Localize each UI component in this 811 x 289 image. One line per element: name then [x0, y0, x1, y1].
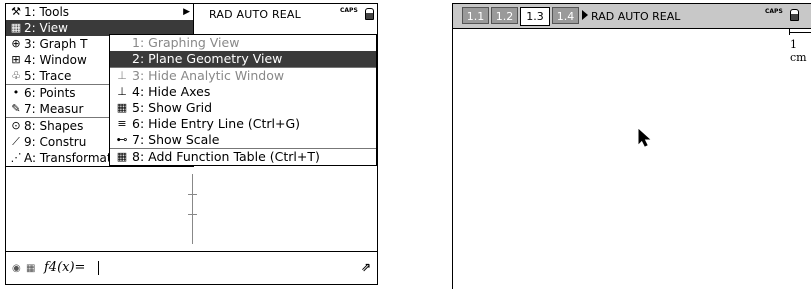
scale-bar: [789, 32, 811, 33]
submenu-show-grid[interactable]: ▦ 5: Show Grid: [110, 100, 376, 116]
points-icon: •: [12, 86, 20, 99]
right-calculator-screen: 1.1 1.2 1.3 1.4 RAD AUTO REAL CAPS 1 cm: [452, 3, 811, 289]
construct-icon: ⟋: [12, 135, 20, 148]
entry-line-icon: ≡: [117, 117, 127, 130]
battery-icon: [365, 8, 374, 20]
y-axis: [192, 174, 193, 244]
transformation-icon: ⋰: [10, 151, 22, 164]
submenu-show-scale[interactable]: ⊷ 7: Show Scale: [110, 132, 376, 148]
show-grid-icon: ▦: [116, 101, 128, 114]
tab-1-3[interactable]: 1.3: [520, 7, 550, 26]
submenu-hide-axes[interactable]: ⊥ 4: Hide Axes: [110, 84, 376, 100]
function-list-icon[interactable]: ▦: [26, 263, 35, 274]
submenu-graphing-view[interactable]: 1: Graphing View: [110, 35, 376, 51]
status-mode-text: RAD AUTO REAL: [209, 8, 301, 21]
grid-view-icon: ▦: [10, 21, 22, 34]
function-table-icon: ▦: [116, 150, 128, 163]
caps-indicator: CAPS: [765, 8, 783, 15]
menu-item-tools[interactable]: ⚒ 1: Tools ▶: [6, 4, 193, 20]
entry-line[interactable]: ◉ ▦ f4(x)= ⇗: [6, 251, 377, 284]
submenu-add-function-table[interactable]: ▦ 8: Add Function Table (Ctrl+T): [110, 148, 376, 165]
axis-tick: [188, 214, 197, 215]
scale-icon: ⊷: [116, 133, 128, 146]
menu-item-transformation[interactable]: ⋰ A: Transformation ▶: [6, 150, 195, 166]
tab-scroll-arrow-icon[interactable]: [582, 10, 588, 20]
scale-label: 1 cm: [790, 38, 807, 64]
caps-indicator: CAPS: [340, 7, 358, 14]
submenu-hide-entry-line[interactable]: ≡ 6: Hide Entry Line (Ctrl+G): [110, 116, 376, 132]
submenu-arrow-icon: ▶: [183, 7, 190, 17]
pointer-arrow-icon: [638, 129, 651, 147]
left-calculator-screen: RAD AUTO REAL CAPS ◉ ▦ f4(x)= ⇗ ⚒ 1: Too…: [5, 3, 378, 285]
text-cursor: [98, 261, 99, 275]
tab-bar: 1.1 1.2 1.3 1.4 RAD AUTO REAL CAPS: [453, 4, 811, 29]
submenu-hide-analytic-window[interactable]: ⊥ 3: Hide Analytic Window: [110, 67, 376, 84]
tab-1-2[interactable]: 1.2: [491, 7, 518, 24]
window-zoom-icon: ⊞: [11, 53, 21, 66]
eye-icon[interactable]: ◉: [12, 263, 21, 274]
graph-type-icon: ⊕: [11, 37, 21, 50]
view-submenu: 1: Graphing View 2: Plane Geometry View …: [109, 34, 377, 166]
submenu-plane-geometry-view[interactable]: 2: Plane Geometry View: [110, 51, 376, 67]
battery-icon: [790, 9, 799, 21]
trace-icon: ♧: [11, 69, 21, 82]
wrench-icon: ⚒: [11, 5, 21, 18]
tab-1-1[interactable]: 1.1: [462, 7, 489, 24]
expand-entry-icon[interactable]: ⇗: [361, 260, 371, 274]
hide-axes-icon: ⊥: [117, 85, 127, 98]
shapes-icon: ⊙: [11, 119, 21, 132]
axis-tick: [188, 194, 197, 195]
status-mode-text: RAD AUTO REAL: [591, 10, 681, 23]
function-entry-field[interactable]: f4(x)=: [44, 260, 85, 275]
measure-icon: ✎: [11, 102, 21, 115]
hide-window-icon: ⊥: [117, 69, 127, 82]
tab-1-4[interactable]: 1.4: [552, 7, 579, 24]
